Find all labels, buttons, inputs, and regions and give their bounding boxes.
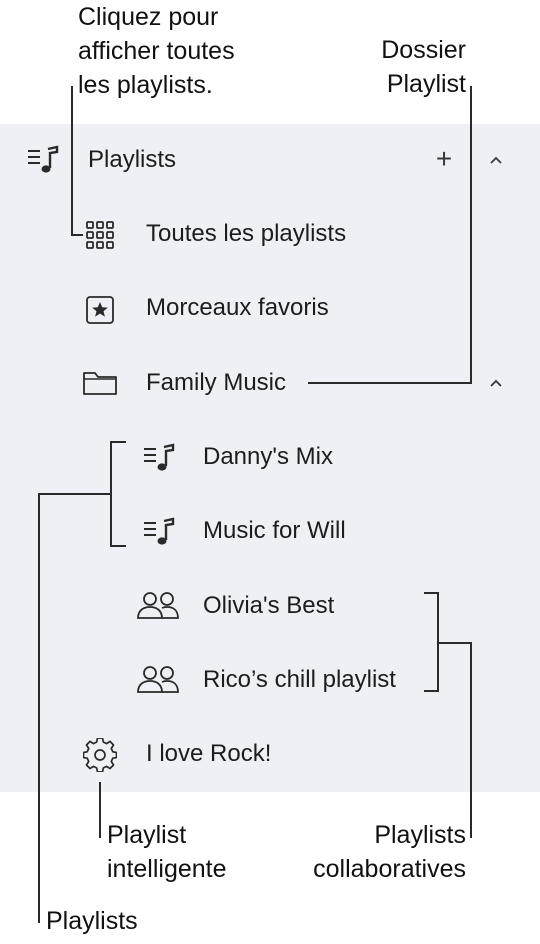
sidebar-header[interactable]: Playlists [88,140,176,180]
gear-icon [83,738,117,772]
sidebar-header-label: Playlists [88,146,177,173]
callout-collaborative: Playlists collaboratives [313,821,466,883]
collapse-playlists-button[interactable] [484,148,508,172]
folder-icon [82,367,118,399]
callout-line [470,86,472,384]
sidebar-item-all-playlists[interactable]: Toutes les playlists [146,214,346,254]
sidebar-item-music-for-will[interactable]: Music for Will [203,511,346,551]
callout-line [470,642,472,838]
sidebar-item-dannys-mix[interactable]: Danny's Mix [203,437,333,477]
callout-line [110,441,126,443]
sidebar-item-olivias-best[interactable]: Olivia's Best [203,586,334,626]
callout-line [71,86,73,236]
callout-line [424,592,439,594]
callout-line [38,493,40,923]
callout-line [437,642,472,644]
chevron-up-icon [490,156,502,164]
collapse-folder-button[interactable] [484,371,508,395]
people-icon [136,664,180,696]
chevron-up-icon [490,379,502,387]
playlist-icon [142,515,176,549]
callout-line [99,782,101,838]
callout-smart-playlist: Playlist intelligente [107,821,227,883]
callout-line [71,234,83,236]
callout-line [308,382,472,384]
playlist-icon [26,143,60,177]
add-playlist-button[interactable]: + [430,143,458,174]
callout-playlists: Playlists [46,907,138,935]
callout-line [424,690,439,692]
callout-line [38,493,112,495]
sidebar-item-i-love-rock[interactable]: I love Rock! [146,734,271,774]
sidebar-item-ricos-chill-playlist[interactable]: Rico’s chill playlist [203,660,396,700]
callout-line [110,545,126,547]
grid-icon [84,219,116,251]
playlist-icon [142,441,176,475]
sidebar-item-favorites[interactable]: Morceaux favoris [146,288,329,328]
people-icon [136,590,180,622]
callout-folder: Dossier Playlist [381,36,466,98]
callout-all-playlists: Cliquez pour afficher toutes les playlis… [78,3,235,99]
sidebar-item-family-music[interactable]: Family Music [146,363,286,403]
star-square-icon [84,294,116,326]
